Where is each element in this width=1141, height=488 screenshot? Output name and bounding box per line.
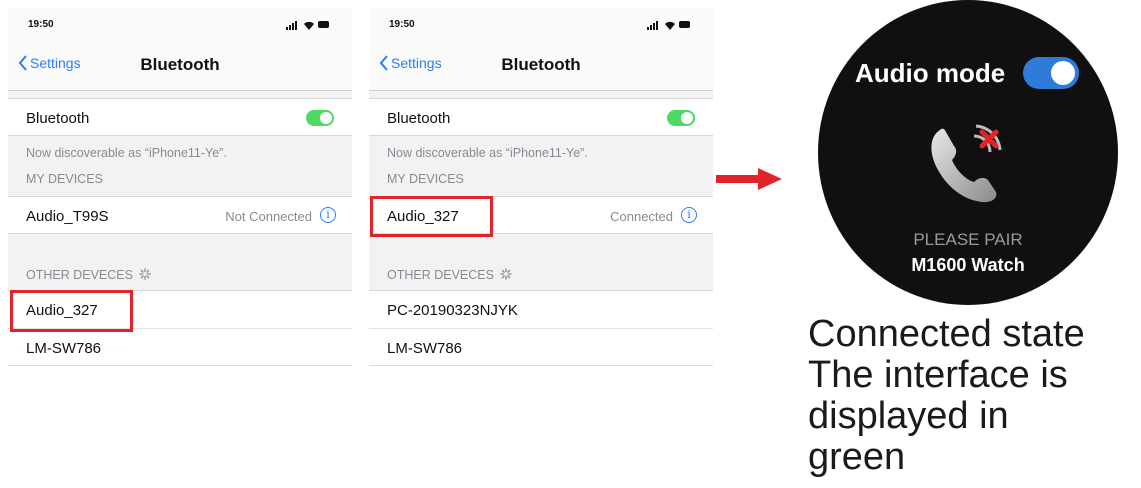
bluetooth-toggle-row: Bluetooth — [8, 98, 352, 136]
pair-instruction: PLEASE PAIR — [913, 230, 1023, 249]
other-device-row[interactable]: Audio_327 — [8, 290, 352, 328]
watch-face: Audio mode PLEASE PAIR M1600 Watch — [818, 0, 1118, 305]
nav-bar: Settings Bluetooth — [8, 42, 352, 91]
status-bar: 19:50 — [369, 8, 713, 42]
caption-text: Connected state The interface is display… — [808, 314, 1141, 478]
other-device-row[interactable]: PC-20190323NJYK — [369, 290, 713, 328]
bluetooth-label: Bluetooth — [387, 110, 451, 127]
battery-icon — [679, 21, 690, 28]
spinner-icon — [139, 268, 152, 280]
caption-line: green — [808, 436, 906, 478]
other-device-row[interactable]: LM-SW786 — [8, 328, 352, 366]
device-name: PC-20190323NJYK — [387, 302, 518, 319]
caption-line: The interface is — [808, 354, 1068, 396]
device-name: Audio_T99S — [26, 208, 109, 225]
status-icons — [286, 20, 329, 30]
nav-bar: Settings Bluetooth — [369, 42, 713, 91]
wifi-icon — [665, 21, 675, 30]
bluetooth-toggle[interactable] — [667, 110, 695, 126]
other-devices-header: OTHER DEVECES — [387, 267, 513, 282]
other-devices-header: OTHER DEVECES — [26, 267, 152, 282]
phone-screen-1: 19:50 Settings Bluetooth Bluetooth Now d… — [8, 8, 352, 482]
discoverable-text: Now discoverable as “iPhone11-Ye”. — [26, 146, 227, 160]
device-name: LM-SW786 — [26, 340, 102, 357]
status-time: 19:50 — [389, 19, 415, 30]
bluetooth-toggle-row: Bluetooth — [369, 98, 713, 136]
bluetooth-toggle[interactable] — [306, 110, 334, 126]
device-name: Audio_327 — [387, 208, 459, 225]
device-name: Audio_327 — [26, 302, 98, 319]
device-name: LM-SW786 — [387, 340, 463, 357]
audio-mode-label: Audio mode — [855, 58, 1006, 88]
phone-screen-2: 19:50 Settings Bluetooth Bluetooth Now d… — [369, 8, 713, 482]
other-devices-label: OTHER DEVECES — [26, 268, 133, 282]
wifi-icon — [304, 21, 314, 30]
device-name-label: M1600 Watch — [911, 255, 1025, 275]
status-time: 19:50 — [28, 19, 54, 30]
battery-icon — [318, 21, 329, 28]
page-title: Bluetooth — [501, 55, 581, 74]
arrow-right-icon — [716, 168, 782, 190]
other-device-row[interactable]: LM-SW786 — [369, 328, 713, 366]
discoverable-text: Now discoverable as “iPhone11-Ye”. — [387, 146, 588, 160]
spinner-icon — [500, 268, 513, 280]
empty-list-area — [369, 366, 713, 482]
status-icons — [647, 20, 690, 30]
empty-list-area — [8, 366, 352, 482]
other-devices-label: OTHER DEVECES — [387, 268, 494, 282]
info-icon[interactable]: i — [320, 207, 336, 223]
my-device-row[interactable]: Audio_T99S Not Connected i — [8, 196, 352, 234]
device-status: Not Connected — [225, 209, 312, 224]
my-devices-header: MY DEVICES — [387, 172, 464, 186]
my-device-row[interactable]: Audio_327 Connected i — [369, 196, 713, 234]
caption-line: Connected state — [808, 313, 1085, 355]
device-status: Connected — [610, 209, 673, 224]
info-icon[interactable]: i — [681, 207, 697, 223]
my-devices-header: MY DEVICES — [26, 172, 103, 186]
status-bar: 19:50 — [8, 8, 352, 42]
page-title: Bluetooth — [140, 55, 220, 74]
phone-disconnected-icon — [931, 124, 1002, 203]
bluetooth-label: Bluetooth — [26, 110, 90, 127]
audio-mode-toggle[interactable] — [1023, 57, 1079, 89]
caption-line: displayed in — [808, 395, 1009, 437]
